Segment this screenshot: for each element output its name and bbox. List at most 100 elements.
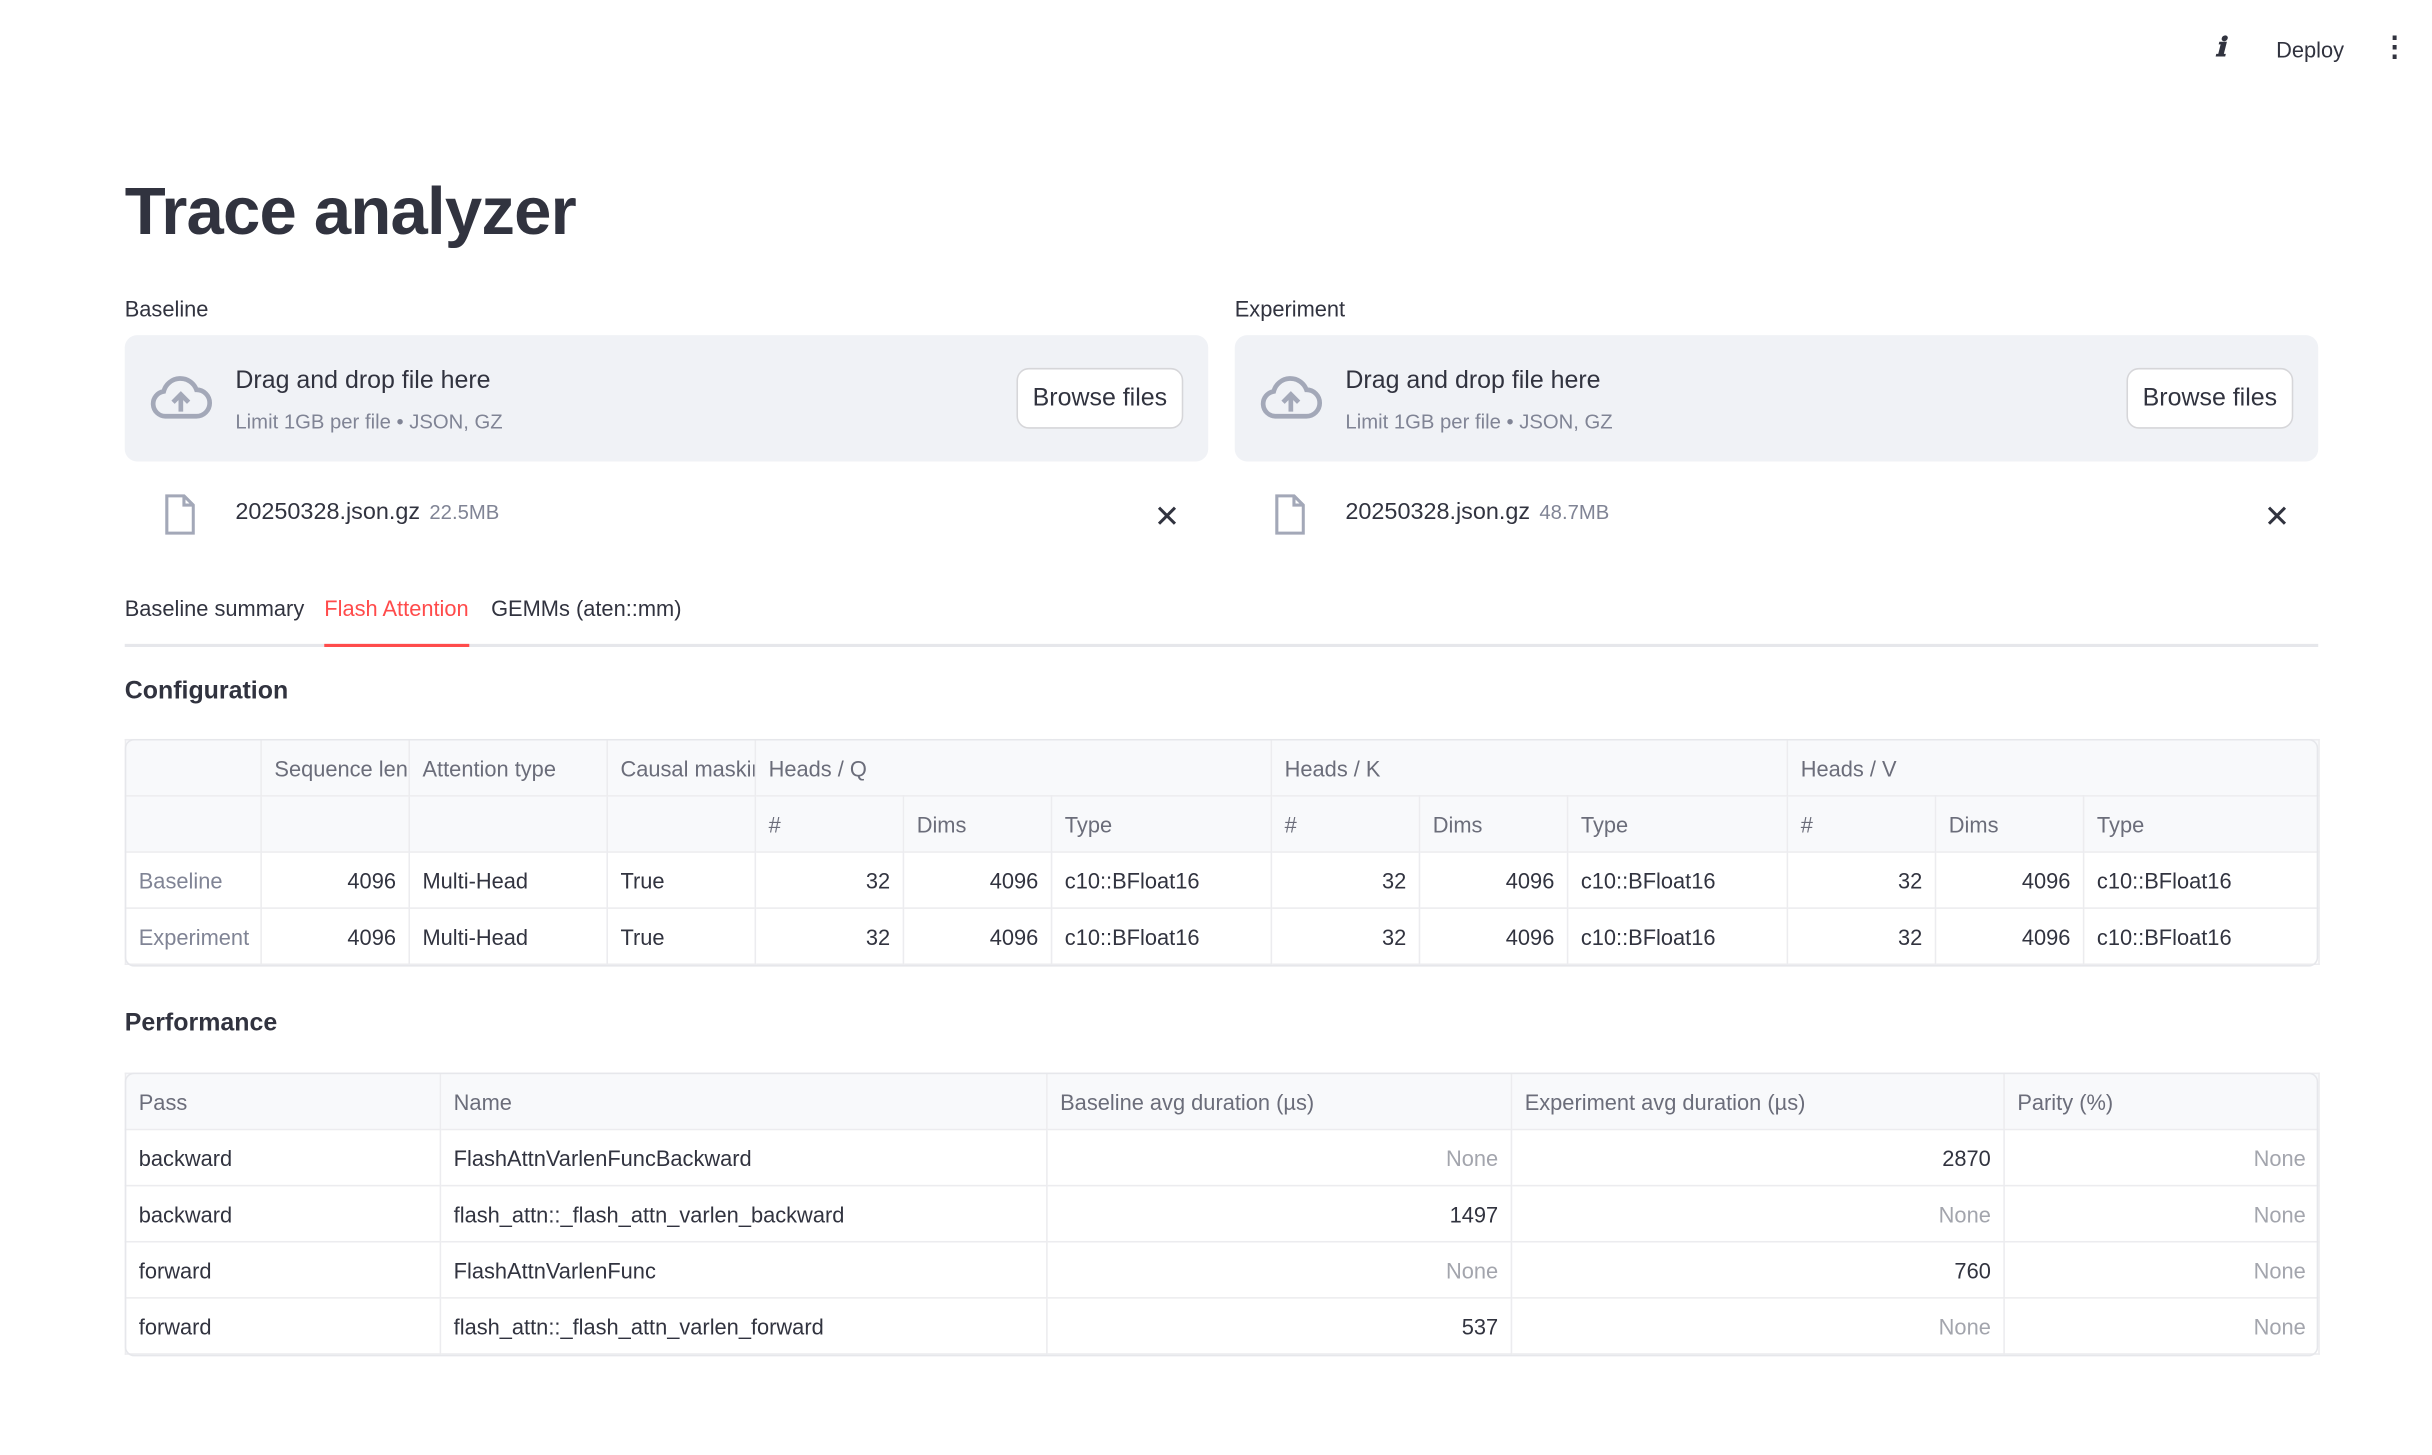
row-header: Baseline (124, 851, 262, 909)
column-header[interactable]: # (754, 795, 905, 853)
column-header[interactable]: Dims (1418, 795, 1569, 853)
column-header[interactable]: Pass (124, 1072, 442, 1131)
tab-bar: Baseline summary Flash Attention GEMMs (… (124, 592, 2319, 647)
page-title: Trace analyzer (124, 174, 577, 250)
column-header[interactable]: Baseline avg duration (µs) (1046, 1072, 1513, 1131)
cloud-upload-icon (1260, 376, 1323, 431)
table-cell: backward (124, 1128, 442, 1187)
file-dropzone[interactable]: Drag and drop file here Limit 1GB per fil… (1234, 335, 2319, 462)
column-group-header[interactable]: Heads / V (1786, 738, 2320, 797)
column-group-header[interactable]: Causal maskin (606, 738, 757, 797)
table-cell: 4096 (1934, 907, 2085, 966)
file-name: 20250328.json.gz (235, 498, 421, 526)
table-cell: 32 (1786, 851, 1937, 909)
table-cell: 760 (1510, 1240, 2005, 1299)
uploaded-file: 20250328.json.gz 48.7MB ✕ (1235, 488, 2319, 541)
tab-baseline-summary[interactable]: Baseline summary (125, 596, 305, 644)
table-cell: Multi-Head (408, 851, 609, 909)
table-row: Experiment 4096 Multi-Head True 32 4096 c10::B… (124, 907, 2320, 966)
configuration-heading: Configuration (124, 678, 289, 705)
table-row: Baseline 4096 Multi-Head True 32 4096 c10::BFl… (124, 851, 2320, 909)
performance-table: Pass Name Baseline avg duration (µs) Experi… (124, 1072, 2320, 1355)
file-icon (1274, 494, 1305, 542)
table-cell: 4096 (1418, 907, 1569, 966)
column-header[interactable]: Name (439, 1072, 1048, 1131)
table-row: backward flash_attn::_flash_attn_varlen_b… (124, 1184, 2320, 1243)
column-group-header[interactable]: Heads / Q (754, 738, 1273, 797)
table-cell: c10::BFloat16 (2082, 907, 2320, 966)
table-cell: flash_attn::_flash_attn_varlen_backward (439, 1184, 1048, 1243)
uploader-label: Baseline (124, 296, 209, 322)
table-cell: None (2003, 1297, 2320, 1355)
table-cell: flash_attn::_flash_attn_varlen_forward (439, 1297, 1048, 1355)
table-cell: None (2003, 1240, 2320, 1299)
column-header[interactable]: Parity (%) (2003, 1072, 2320, 1131)
file-dropzone[interactable]: Drag and drop file here Limit 1GB per fil… (124, 335, 1209, 462)
table-cell: 32 (754, 851, 905, 909)
file-size: 22.5MB (429, 500, 500, 524)
configuration-table: Sequence leng Attention type Causal maskin… (124, 738, 2320, 966)
tab-flash-attention[interactable]: Flash Attention (324, 596, 469, 647)
table-cell: 4096 (1934, 851, 2085, 909)
column-group-header[interactable]: Heads / K (1270, 738, 1789, 797)
column-header[interactable]: Type (1566, 795, 1789, 853)
column-header[interactable]: Type (2082, 795, 2320, 853)
browse-files-button[interactable]: Browse files (1016, 367, 1184, 429)
empty-header (606, 795, 757, 853)
table-cell: 4096 (902, 851, 1053, 909)
upload-limit: Limit 1GB per file • JSON, GZ (235, 410, 503, 434)
table-cell: 32 (1270, 907, 1421, 966)
performance-heading: Performance (124, 1010, 278, 1037)
table-cell: 1497 (1046, 1184, 1513, 1243)
column-header[interactable]: Type (1050, 795, 1273, 853)
table-cell: c10::BFloat16 (1566, 907, 1789, 966)
column-header[interactable]: # (1270, 795, 1421, 853)
table-cell: None (1046, 1128, 1513, 1187)
header-row: Pass Name Baseline avg duration (µs) Experi… (124, 1072, 2320, 1131)
column-group-header[interactable]: Sequence leng (260, 738, 411, 797)
remove-file-icon[interactable]: ✕ (2264, 497, 2290, 536)
table-cell: True (606, 851, 757, 909)
table-row: forward flash_attn::_flash_attn_varlen_fo… (124, 1297, 2320, 1355)
deploy-button[interactable]: Deploy (2276, 37, 2344, 62)
table-cell: None (1510, 1297, 2005, 1355)
table-row: backward FlashAttnVarlenFuncBackward None 2… (124, 1128, 2320, 1187)
table-cell: 4096 (260, 907, 411, 966)
column-group-header[interactable]: Attention type (408, 738, 609, 797)
table-cell: None (1510, 1184, 2005, 1243)
kebab-menu-icon[interactable]: ⋮ (2381, 31, 2409, 64)
cloud-upload-icon (150, 376, 213, 431)
column-header[interactable]: # (1786, 795, 1937, 853)
table-cell: c10::BFloat16 (2082, 851, 2320, 909)
table-cell: Multi-Head (408, 907, 609, 966)
table-cell: backward (124, 1184, 442, 1243)
table-cell: 32 (1270, 851, 1421, 909)
file-name-row: 20250328.json.gz 48.7MB (1345, 499, 1609, 526)
drop-instructions: Drag and drop file here (1345, 367, 1601, 395)
browse-files-button[interactable]: Browse files (2126, 367, 2294, 429)
remove-file-icon[interactable]: ✕ (1154, 497, 1180, 536)
table-cell: c10::BFloat16 (1050, 851, 1273, 909)
row-header: Experiment (124, 907, 262, 966)
column-header[interactable]: Dims (1934, 795, 2085, 853)
uploader-label: Experiment (1234, 296, 1346, 322)
info-icon[interactable]: ℹ (2215, 33, 2225, 64)
table-cell: None (2003, 1184, 2320, 1243)
empty-header (124, 795, 262, 853)
empty-header (260, 795, 411, 853)
column-header[interactable]: Dims (902, 795, 1053, 853)
table-cell: FlashAttnVarlenFunc (439, 1240, 1048, 1299)
file-name-row: 20250328.json.gz 22.5MB (235, 499, 499, 526)
drop-instructions: Drag and drop file here (235, 367, 491, 395)
column-group-header[interactable] (124, 738, 262, 797)
table-cell: c10::BFloat16 (1050, 907, 1273, 966)
table-cell: 537 (1046, 1297, 1513, 1355)
table-cell: forward (124, 1240, 442, 1299)
table-cell: 4096 (902, 907, 1053, 966)
tab-gemms[interactable]: GEMMs (aten::mm) (491, 596, 681, 644)
table-cell: 4096 (1418, 851, 1569, 909)
subheader-row: # Dims Type # Dims Type # Dims Type (124, 795, 2320, 853)
column-header[interactable]: Experiment avg duration (µs) (1510, 1072, 2005, 1131)
table-cell: c10::BFloat16 (1566, 851, 1789, 909)
table-cell: None (2003, 1128, 2320, 1187)
